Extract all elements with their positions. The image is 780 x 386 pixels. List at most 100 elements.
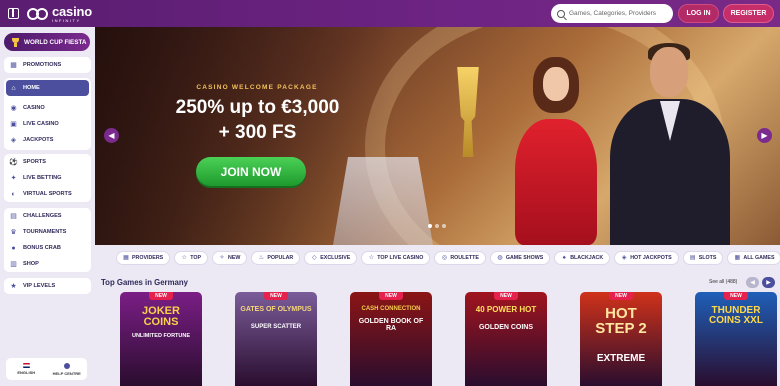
category-label: SLOTS [698, 255, 717, 261]
slots-icon: ▤ [689, 255, 696, 261]
sidebar: WORLD CUP FIESTA ▦ PROMOTIONS ⌂ HOME ◉ C… [0, 27, 95, 386]
live-casino-icon: ▣ [10, 120, 17, 128]
sidebar-item-home[interactable]: ⌂ HOME [6, 80, 89, 96]
sidebar-item-casino[interactable]: ◉ CASINO [4, 100, 91, 116]
sidebar-item-label: SPORTS [23, 159, 47, 165]
promo-pill-label: WORLD CUP FIESTA [24, 38, 87, 46]
category-label: EXCLUSIVE [320, 255, 351, 261]
carousel-dot[interactable] [442, 224, 446, 228]
join-now-button[interactable]: JOIN NOW [196, 157, 306, 186]
category-all-games[interactable]: ▦ ALL GAMES [727, 251, 780, 265]
category-label: PROVIDERS [132, 255, 164, 261]
chevron-right-icon: ▶ [766, 280, 771, 286]
game-card[interactable]: NEW GATES OF OLYMPUS SUPER SCATTER [235, 292, 317, 386]
star-icon: ☆ [181, 255, 187, 261]
game-card[interactable]: NEW 40 POWER HOT GOLDEN COINS [465, 292, 547, 386]
logo[interactable]: casino INFINITY [27, 5, 92, 23]
carousel-prev-button[interactable]: ◀ [104, 128, 119, 143]
category-hot-jackpots[interactable]: ◈ HOT JACKPOTS [614, 251, 679, 265]
shop-icon: ▥ [10, 260, 17, 268]
login-button[interactable]: LOG IN [678, 4, 719, 23]
language-selector[interactable]: ENGLISH [6, 358, 47, 380]
sidebar-group-promotions: ▦ PROMOTIONS [4, 57, 91, 73]
game-title: 40 POWER HOT [475, 305, 537, 314]
category-filter-bar: ▦ PROVIDERS ☆ TOP ✧ NEW ♨ POPULAR ◇ EXCLUSIVE… [116, 251, 780, 265]
new-badge: NEW [379, 292, 403, 300]
category-roulette[interactable]: ◎ ROULETTE [434, 251, 486, 265]
register-button[interactable]: REGISTER [723, 4, 774, 23]
category-slots[interactable]: ▤ SLOTS [682, 251, 724, 265]
sidebar-group-rewards: ▤ CHALLENGES ♛ TOURNAMENTS ● BONUS CRAB … [4, 208, 91, 272]
category-label: NEW [228, 255, 241, 261]
sidebar-item-virtual-sports[interactable]: ◐ VIRTUAL SPORTS [4, 186, 91, 202]
diamond-icon: ◇ [311, 255, 317, 261]
carousel-dot[interactable] [428, 224, 432, 228]
menu-toggle-icon[interactable] [8, 8, 19, 19]
vip-icon: ★ [10, 282, 17, 290]
sidebar-group-casino: ⌂ HOME ◉ CASINO ▣ LIVE CASINO ◈ JACKPOTS [4, 78, 91, 150]
category-blackjack[interactable]: ♠ BLACKJACK [554, 251, 611, 265]
sidebar-item-vip-levels[interactable]: ★ VIP LEVELS [4, 278, 91, 294]
chevron-left-icon: ◀ [750, 280, 755, 286]
sidebar-item-label: CHALLENGES [23, 213, 62, 219]
carousel-next-button[interactable]: ▶ [757, 128, 772, 143]
world-cup-fiesta-button[interactable]: WORLD CUP FIESTA [4, 33, 90, 51]
category-providers[interactable]: ▦ PROVIDERS [116, 251, 171, 265]
carousel-dot[interactable] [435, 224, 439, 228]
sidebar-item-label: VIP LEVELS [23, 283, 56, 289]
game-title: THUNDER COINS XXL [709, 305, 763, 326]
sidebar-item-shop[interactable]: ▥ SHOP [4, 256, 91, 272]
sidebar-item-label: HOME [23, 85, 40, 91]
category-popular[interactable]: ♨ POPULAR [251, 251, 301, 265]
category-new[interactable]: ✧ NEW [212, 251, 248, 265]
game-card[interactable]: NEW CASH CONNECTION GOLDEN BOOK OF RA [350, 292, 432, 386]
sidebar-item-label: JACKPOTS [23, 137, 54, 143]
hot-jackpots-icon: ◈ [621, 255, 627, 261]
hero-banner[interactable]: CASINO WELCOME PACKAGE 250% up to €3,000… [95, 27, 780, 245]
sidebar-item-tournaments[interactable]: ♛ TOURNAMENTS [4, 224, 91, 240]
virtual-sports-icon: ◐ [11, 190, 16, 198]
game-card[interactable]: NEW HOT STEP 2 EXTREME [580, 292, 662, 386]
home-icon: ⌂ [11, 84, 16, 92]
promotions-icon: ▦ [10, 61, 17, 69]
help-centre-link[interactable]: HELP CENTRE [47, 358, 88, 380]
game-subtitle: UNLIMITED FORTUNE [131, 333, 191, 339]
category-top[interactable]: ☆ TOP [174, 251, 208, 265]
sidebar-item-live-betting[interactable]: ✦ LIVE BETTING [4, 170, 91, 186]
bonus-crab-icon: ● [11, 244, 16, 252]
sidebar-item-sports[interactable]: ⚽ SPORTS [4, 154, 91, 170]
roulette-icon: ◎ [441, 255, 447, 261]
game-title: JOKER COINS [142, 305, 180, 328]
category-exclusive[interactable]: ◇ EXCLUSIVE [304, 251, 358, 265]
sidebar-item-challenges[interactable]: ▤ CHALLENGES [4, 208, 91, 224]
sidebar-group-vip: ★ VIP LEVELS [4, 278, 91, 294]
search-box[interactable] [551, 4, 673, 23]
providers-icon: ▦ [123, 255, 129, 261]
sidebar-item-promotions[interactable]: ▦ PROMOTIONS [4, 57, 91, 73]
new-badge: NEW [724, 292, 748, 300]
sports-icon: ⚽ [9, 158, 18, 166]
new-badge: NEW [609, 292, 633, 300]
sidebar-item-bonus-crab[interactable]: ● BONUS CRAB [4, 240, 91, 256]
jackpots-icon: ◈ [10, 136, 17, 144]
search-input[interactable] [569, 10, 669, 17]
games-prev-button[interactable]: ◀ [746, 277, 759, 288]
category-game-shows[interactable]: ◍ GAME SHOWS [489, 251, 551, 265]
new-icon: ✧ [219, 255, 225, 261]
see-all-link[interactable]: See all (488) [709, 279, 737, 285]
star-icon: ☆ [368, 255, 374, 261]
games-next-button[interactable]: ▶ [762, 277, 775, 288]
sidebar-item-label: PROMOTIONS [23, 62, 62, 68]
category-top-live-casino[interactable]: ☆ TOP LIVE CASINO [361, 251, 431, 265]
search-icon [557, 9, 565, 18]
trophy-icon [12, 37, 19, 47]
top-header: casino INFINITY LOG IN REGISTER [0, 0, 780, 27]
sidebar-item-label: LIVE BETTING [23, 175, 62, 181]
game-card[interactable]: NEW THUNDER COINS XXL [695, 292, 777, 386]
sidebar-item-live-casino[interactable]: ▣ LIVE CASINO [4, 116, 91, 132]
game-card[interactable]: NEW JOKER COINS UNLIMITED FORTUNE [120, 292, 202, 386]
logo-word: casino [52, 4, 92, 19]
new-badge: NEW [494, 292, 518, 300]
uk-flag-icon [22, 363, 30, 368]
sidebar-item-jackpots[interactable]: ◈ JACKPOTS [4, 132, 91, 148]
